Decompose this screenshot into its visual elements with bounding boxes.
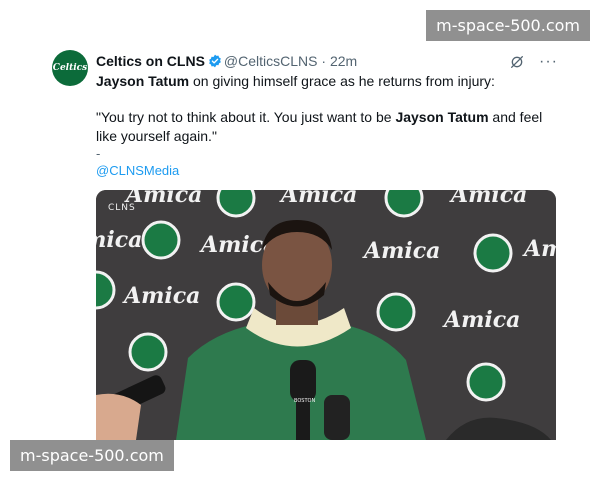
tweet-media-image[interactable]: Amica Amica Amica Amica Amica Amica Amic… bbox=[96, 190, 556, 440]
tweet-quote: "You try not to think about it. You just… bbox=[96, 108, 562, 146]
backdrop-word: Amica bbox=[522, 236, 556, 262]
avatar-logo-text: Celtics bbox=[52, 63, 88, 73]
backdrop-word: Amica bbox=[449, 190, 527, 208]
avatar[interactable]: Celtics bbox=[52, 50, 88, 86]
tweet-text-bold: Jayson Tatum bbox=[96, 73, 190, 89]
backdrop-word: Amica bbox=[124, 190, 202, 208]
display-name[interactable]: Celtics on CLNS bbox=[96, 53, 205, 69]
backdrop-word: Amica bbox=[442, 307, 520, 333]
handle[interactable]: @CelticsCLNS bbox=[224, 53, 318, 69]
press-photo: Amica Amica Amica Amica Amica Amica Amic… bbox=[96, 190, 556, 440]
tweet-dash: - bbox=[96, 146, 101, 161]
more-options-icon[interactable]: ··· bbox=[539, 54, 558, 70]
mention-link[interactable]: @CLNSMedia bbox=[96, 163, 179, 178]
tweet-card[interactable]: Celtics Celtics on CLNS @CelticsCLNS · 22… bbox=[40, 38, 568, 440]
tweet-text-line: Jayson Tatum on giving himself grace as … bbox=[96, 72, 558, 90]
site-watermark: m-space-500.com bbox=[10, 440, 174, 471]
quote-bold: Jayson Tatum bbox=[395, 109, 489, 125]
grok-icon[interactable] bbox=[509, 54, 525, 70]
corner-watermark: CLNS bbox=[108, 203, 136, 213]
backdrop-word: Amica bbox=[122, 283, 200, 309]
separator: · bbox=[321, 53, 327, 69]
site-watermark: m-space-500.com bbox=[426, 10, 590, 41]
backdrop-word: Amica bbox=[96, 227, 142, 253]
tweet-text-rest: on giving himself grace as he returns fr… bbox=[189, 73, 495, 89]
timestamp[interactable]: 22m bbox=[330, 53, 357, 69]
tweet-header: Celtics on CLNS @CelticsCLNS · 22m bbox=[96, 52, 528, 70]
mic-label: BOSTON bbox=[294, 398, 315, 404]
backdrop-word: Amica bbox=[279, 190, 357, 208]
quote-part1: "You try not to think about it. You just… bbox=[96, 109, 396, 125]
backdrop-word: Amica bbox=[362, 238, 440, 264]
tweet-actions: ··· bbox=[509, 54, 558, 70]
verified-badge-icon bbox=[209, 54, 221, 68]
